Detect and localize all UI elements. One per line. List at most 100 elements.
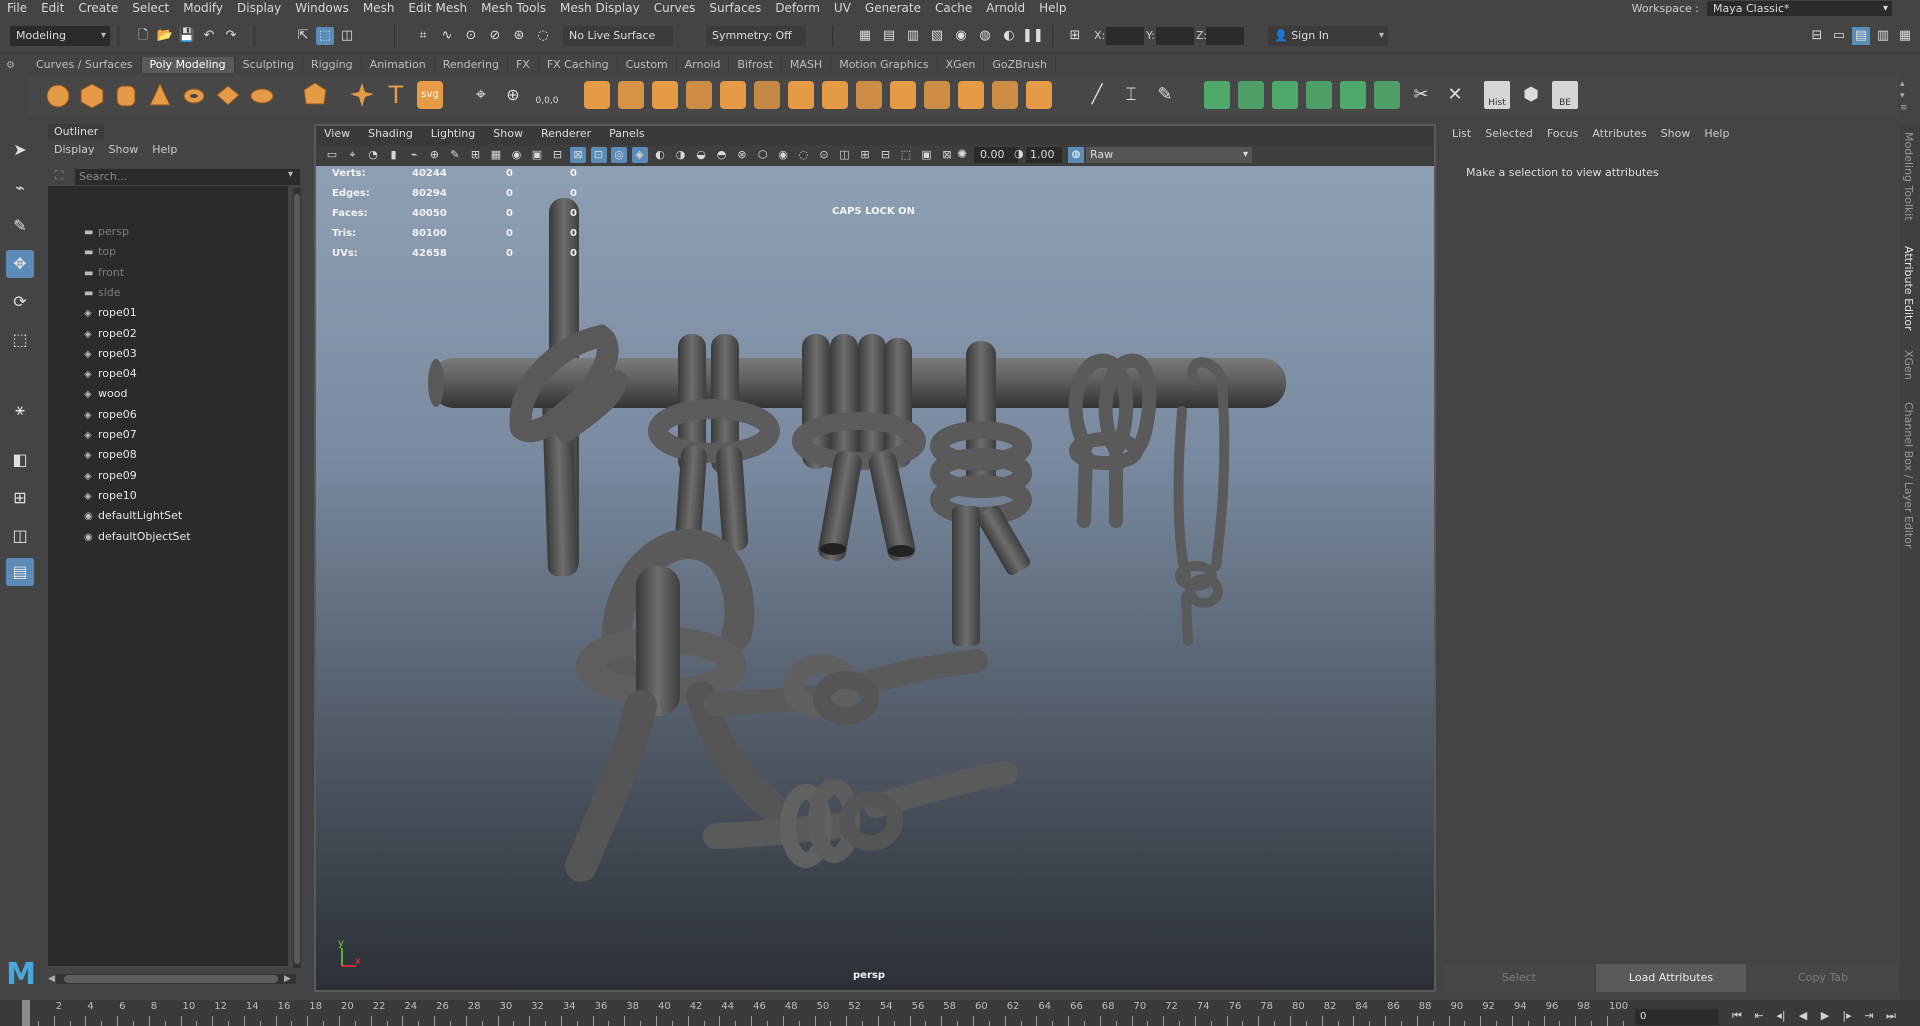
viewport-tool-19-icon[interactable]: ◓ <box>714 147 730 163</box>
shelf-tab-rendering[interactable]: Rendering <box>435 57 508 73</box>
knife-icon[interactable]: ╱ <box>1084 81 1110 109</box>
render-view-icon[interactable]: ▥ <box>904 27 922 45</box>
outliner-item-rope07[interactable]: ◈ rope07 <box>84 425 137 445</box>
bevel-icon[interactable] <box>652 81 678 109</box>
workspace-dropdown[interactable]: Maya Classic* <box>1707 0 1892 16</box>
shelf-tab-animation[interactable]: Animation <box>362 57 435 73</box>
rotate-tool-icon[interactable]: ⟳ <box>6 288 34 316</box>
viewport-menu-renderer[interactable]: Renderer <box>541 127 591 140</box>
sign-in-button[interactable]: 👤 Sign In ▾ <box>1268 26 1388 46</box>
combine-icon[interactable]: ⌖ <box>468 81 494 109</box>
open-scene-icon[interactable]: 📂 <box>156 27 174 45</box>
viewport-tool-28-icon[interactable]: ⬚ <box>898 147 914 163</box>
menu-curves[interactable]: Curves <box>647 1 703 15</box>
live-surface-field[interactable]: No Live Surface <box>563 26 673 46</box>
shelf-tab-motion-graphics[interactable]: Motion Graphics <box>831 57 938 73</box>
measure-icon[interactable]: 0,0,0 <box>534 81 560 109</box>
shelf-tab-sculpting[interactable]: Sculpting <box>235 57 303 73</box>
color-management-icon[interactable]: ◍ <box>1068 147 1084 163</box>
scroll-right-icon[interactable]: ▶ <box>284 974 291 984</box>
outliner-item-defaultObjectSet[interactable]: ◉ defaultObjectSet <box>84 527 191 547</box>
offset-edge-loop-icon[interactable] <box>958 81 984 109</box>
go-to-end-icon[interactable]: ⏭ <box>1882 1008 1900 1024</box>
ae-load-attributes-button[interactable]: Load Attributes <box>1596 964 1746 992</box>
arnold-render-icon[interactable]: ◐ <box>1000 27 1018 45</box>
paint-icon[interactable]: ✎ <box>1152 81 1178 109</box>
current-time-marker[interactable] <box>22 1000 30 1026</box>
smooth-icon[interactable] <box>720 81 746 109</box>
outliner-menu-display[interactable]: Display <box>54 143 95 156</box>
transform-mode-icon[interactable]: ⊞ <box>1066 27 1084 45</box>
svg-icon[interactable]: svg <box>417 81 443 109</box>
snap-point-icon[interactable]: ⊙ <box>462 27 480 45</box>
outliner-item-rope01[interactable]: ◈ rope01 <box>84 303 137 323</box>
viewport-persp[interactable]: Verts: 40244 0 0 Edges: 80294 0 0 Faces: 40050 0 0 T… <box>316 166 1434 990</box>
viewport-tool-4-icon[interactable]: ⌁ <box>406 147 422 163</box>
outliner-item-front[interactable]: ▬ front <box>84 263 124 283</box>
snap-vertex-icon[interactable]: ◌ <box>534 27 552 45</box>
uv-automatic-icon[interactable] <box>1306 81 1332 109</box>
super-shape-icon[interactable] <box>349 81 375 109</box>
viewport-tool-14-icon[interactable]: ◎ <box>611 147 627 163</box>
outliner-layout-icon[interactable]: ▤ <box>6 558 34 586</box>
outliner-item-top[interactable]: ▬ top <box>84 242 116 262</box>
snap-view-plane-icon[interactable]: ⊘ <box>486 27 504 45</box>
poly-disc-icon[interactable] <box>249 81 275 109</box>
delete-history-icon[interactable]: ⬢ <box>1518 81 1544 109</box>
multicut-icon[interactable] <box>822 81 848 109</box>
shelf-tab-rigging[interactable]: Rigging <box>303 57 362 73</box>
menu-arnold[interactable]: Arnold <box>979 1 1032 15</box>
outliner-item-rope04[interactable]: ◈ rope04 <box>84 364 137 384</box>
poly-type-icon[interactable]: T <box>383 81 409 109</box>
uv-cut-icon[interactable]: ✂ <box>1408 81 1434 109</box>
scroll-left-icon[interactable]: ◀ <box>48 974 55 984</box>
viewport-tool-6-icon[interactable]: ✎ <box>447 147 463 163</box>
select-tool-icon[interactable]: ➤ <box>6 136 34 164</box>
history-icon[interactable]: Hist <box>1484 81 1510 109</box>
viewport-tool-10-icon[interactable]: ▣ <box>529 147 545 163</box>
shelf-options-icon[interactable]: ⚙ <box>6 60 20 116</box>
viewport-tool-5-icon[interactable]: ⊕ <box>427 147 443 163</box>
y-coord-field[interactable] <box>1156 27 1194 45</box>
viewport-menu-panels[interactable]: Panels <box>609 127 644 140</box>
menu-display[interactable]: Display <box>230 1 288 15</box>
shelf-tab-gozbrush[interactable]: GoZBrush <box>984 57 1056 73</box>
tool-settings-toggle-icon[interactable]: ▥ <box>1874 27 1892 45</box>
menu-create[interactable]: Create <box>71 1 125 15</box>
shelf-tab-poly-modeling[interactable]: Poly Modeling <box>141 57 235 73</box>
separate-icon[interactable]: ⊕ <box>500 81 526 109</box>
poly-cube-icon[interactable] <box>79 81 105 109</box>
extrude-icon[interactable] <box>584 81 610 109</box>
poly-platonic-icon[interactable] <box>302 81 328 109</box>
tab-channel-box[interactable]: Channel Box / Layer Editor <box>1902 402 1915 549</box>
snap-curve-icon[interactable]: ∿ <box>438 27 456 45</box>
combine-mesh-icon[interactable] <box>788 81 814 109</box>
step-forward-frame-icon[interactable]: |▸ <box>1838 1008 1856 1024</box>
outliner-item-side[interactable]: ▬ side <box>84 283 121 303</box>
symmetry-dropdown[interactable]: Symmetry: Off <box>706 26 806 46</box>
viewport-tool-20-icon[interactable]: ⊗ <box>734 147 750 163</box>
render-settings-icon[interactable]: ▧ <box>928 27 946 45</box>
viewport-tool-9-icon[interactable]: ◉ <box>509 147 525 163</box>
shelf-tab-fx[interactable]: FX <box>508 57 539 73</box>
viewport-tool-23-icon[interactable]: ◌ <box>796 147 812 163</box>
channel-box-toggle-icon[interactable]: ▦ <box>1896 27 1914 45</box>
mirror-icon[interactable] <box>754 81 780 109</box>
slice-icon[interactable]: ⌶ <box>1118 81 1144 109</box>
render-frame-icon[interactable]: ▦ <box>856 27 874 45</box>
viewport-tool-22-icon[interactable]: ◉ <box>775 147 791 163</box>
viewport-tool-30-icon[interactable]: ⊠ <box>939 147 955 163</box>
viewport-tool-24-icon[interactable]: ⊙ <box>816 147 832 163</box>
rope10[interactable] <box>704 649 988 725</box>
ae-menu-focus[interactable]: Focus <box>1547 127 1578 140</box>
shelf-tab-custom[interactable]: Custom <box>618 57 677 73</box>
outliner-menu-show[interactable]: Show <box>109 143 139 156</box>
snap-live-icon[interactable]: ⊛ <box>510 27 528 45</box>
z-coord-field[interactable] <box>1206 27 1244 45</box>
ae-menu-list[interactable]: List <box>1452 127 1471 140</box>
move-tool-icon[interactable]: ✥ <box>6 250 34 278</box>
viewport-tool-15-icon[interactable]: ◈ <box>631 147 648 163</box>
pause-icon[interactable]: ❚❚ <box>1022 27 1044 45</box>
lasso-tool-icon[interactable]: ⌁ <box>6 174 34 202</box>
go-to-start-icon[interactable]: ⏮ <box>1728 1008 1746 1024</box>
